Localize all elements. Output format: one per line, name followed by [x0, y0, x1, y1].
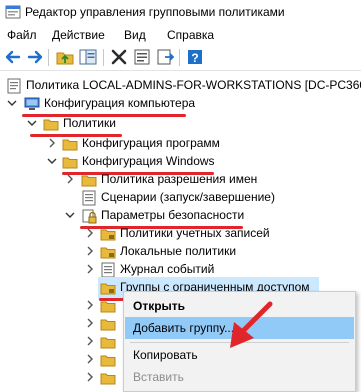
security-folder-icon [100, 319, 116, 331]
chevron-right-icon[interactable] [46, 137, 58, 149]
tree-item-label: Политики учетных записей [120, 226, 270, 240]
up-folder-icon[interactable] [55, 47, 75, 67]
toolbar: ? [0, 45, 361, 71]
menu-view[interactable]: Вид [124, 27, 146, 43]
folder-icon [62, 157, 78, 169]
security-folder-icon [100, 301, 116, 313]
tree-item-label: Сценарии (запуск/завершение) [101, 190, 275, 204]
toolbar-separator [48, 49, 49, 66]
show-hide-tree-icon[interactable] [78, 47, 98, 67]
chevron-right-icon[interactable] [84, 299, 96, 311]
tree-item-label: Конфигурация программ [82, 136, 220, 150]
chevron-right-icon[interactable] [84, 317, 96, 329]
toolbar-separator [179, 49, 180, 66]
toolbar-separator [103, 49, 104, 66]
chevron-right-icon[interactable] [64, 173, 76, 185]
menu-file[interactable]: Файл [7, 27, 37, 43]
policy-document-icon [7, 78, 21, 94]
menu-item-label: Открыть [133, 299, 186, 313]
security-folder-icon [100, 337, 116, 349]
menu-bar: Файл Действие Вид Справка [0, 25, 361, 45]
chevron-right-icon[interactable] [84, 353, 96, 365]
security-folder-icon [100, 229, 116, 241]
chevron-down-icon[interactable] [6, 97, 18, 109]
menu-item-label: Копировать [133, 348, 198, 362]
tree-item-label: Конфигурация компьютера [44, 96, 196, 110]
back-arrow-icon[interactable] [3, 47, 23, 67]
svg-text:?: ? [191, 51, 198, 65]
menu-item-label: Вставить [133, 370, 184, 384]
tree-item-policies[interactable]: Политики [0, 113, 361, 135]
chevron-down-icon[interactable] [64, 209, 76, 221]
tree-item-label: Политика LOCAL-ADMINS-FOR-WORKSTATIONS [… [26, 78, 361, 92]
security-folder-icon [100, 283, 116, 295]
title-bar: Редактор управления групповыми политикам… [0, 0, 361, 24]
menu-action[interactable]: Действие [52, 27, 105, 43]
security-folder-icon [100, 247, 116, 259]
tree-item-label: Политики [63, 116, 116, 130]
forward-arrow-icon[interactable] [25, 47, 45, 67]
tree-item-label: Журнал событий [120, 262, 215, 276]
computer-icon [24, 97, 40, 110]
gpo-editor-app-icon [5, 5, 21, 19]
security-folder-icon [100, 373, 116, 385]
tree-item-computer-config[interactable]: Конфигурация компьютера [0, 93, 361, 115]
window-title: Редактор управления групповыми политикам… [25, 5, 285, 19]
chevron-right-icon[interactable] [84, 245, 96, 257]
chevron-down-icon[interactable] [46, 155, 58, 167]
chevron-right-icon[interactable] [84, 227, 96, 239]
properties-icon[interactable] [132, 47, 152, 67]
chevron-right-icon[interactable] [84, 335, 96, 347]
security-lock-icon [82, 209, 97, 224]
menu-help[interactable]: Справка [167, 27, 214, 43]
folder-icon [81, 175, 97, 187]
folder-icon [43, 119, 59, 131]
delete-icon[interactable] [109, 47, 129, 67]
chevron-right-icon[interactable] [84, 371, 96, 383]
folder-icon [62, 139, 78, 151]
tree-item-label: Локальные политики [120, 244, 237, 258]
security-folder-icon [100, 355, 116, 367]
tree-item-label: Параметры безопасности [101, 208, 245, 222]
chevron-down-icon[interactable] [26, 117, 38, 129]
chevron-right-icon[interactable] [84, 263, 96, 275]
event-log-icon [101, 262, 115, 278]
export-list-icon[interactable] [155, 47, 175, 67]
tree-item-label: Политика разрешения имен [101, 172, 258, 186]
context-menu-paste: Вставить [125, 366, 354, 388]
script-document-icon [82, 190, 96, 206]
help-icon[interactable]: ? [185, 47, 205, 67]
tree-item-label: Конфигурация Windows [82, 154, 215, 168]
annotation-arrow-icon [230, 301, 273, 348]
